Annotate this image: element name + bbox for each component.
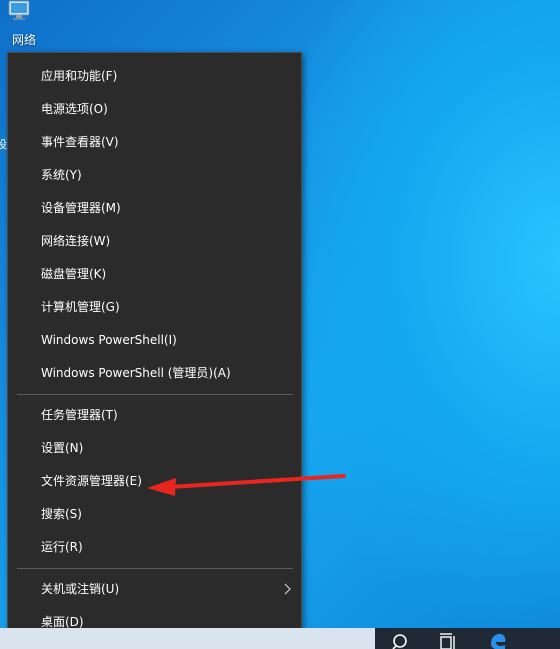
menu-item-powershell[interactable]: Windows PowerShell(I)	[8, 325, 301, 355]
menu-item-file-explorer[interactable]: 文件资源管理器(E)	[8, 466, 301, 496]
menu-item-run[interactable]: 运行(R)	[8, 532, 301, 562]
menu-item-powershell-admin[interactable]: Windows PowerShell (管理员)(A)	[8, 358, 301, 388]
task-view-icon[interactable]	[437, 630, 457, 649]
menu-item-network-connections[interactable]: 网络连接(W)	[8, 226, 301, 256]
menu-item-power-options[interactable]: 电源选项(O)	[8, 94, 301, 124]
menu-item-shutdown-signout[interactable]: 关机或注销(U)	[8, 574, 301, 604]
menu-separator	[17, 394, 293, 395]
chevron-right-icon	[284, 583, 291, 595]
menu-item-event-viewer[interactable]: 事件查看器(V)	[8, 127, 301, 157]
menu-item-device-manager[interactable]: 设备管理器(M)	[8, 193, 301, 223]
network-desktop-icon[interactable]: 网络	[2, 0, 42, 48]
menu-item-disk-management[interactable]: 磁盘管理(K)	[8, 259, 301, 289]
menu-item-computer-management[interactable]: 计算机管理(G)	[8, 292, 301, 322]
menu-item-apps-features[interactable]: 应用和功能(F)	[8, 61, 301, 91]
menu-item-system[interactable]: 系统(Y)	[8, 160, 301, 190]
taskbar	[0, 628, 560, 649]
menu-separator	[17, 568, 293, 569]
network-icon-label: 网络	[11, 33, 36, 47]
menu-item-search[interactable]: 搜索(S)	[8, 499, 301, 529]
edge-icon[interactable]	[488, 630, 508, 649]
winx-context-menu: 应用和功能(F) 电源选项(O) 事件查看器(V) 系统(Y) 设备管理器(M)…	[7, 52, 302, 647]
search-icon[interactable]	[390, 630, 410, 649]
network-computer-icon	[8, 0, 30, 20]
menu-item-task-manager[interactable]: 任务管理器(T)	[8, 400, 301, 430]
menu-item-settings[interactable]: 设置(N)	[8, 433, 301, 463]
menu-item-label: 关机或注销(U)	[41, 582, 120, 596]
